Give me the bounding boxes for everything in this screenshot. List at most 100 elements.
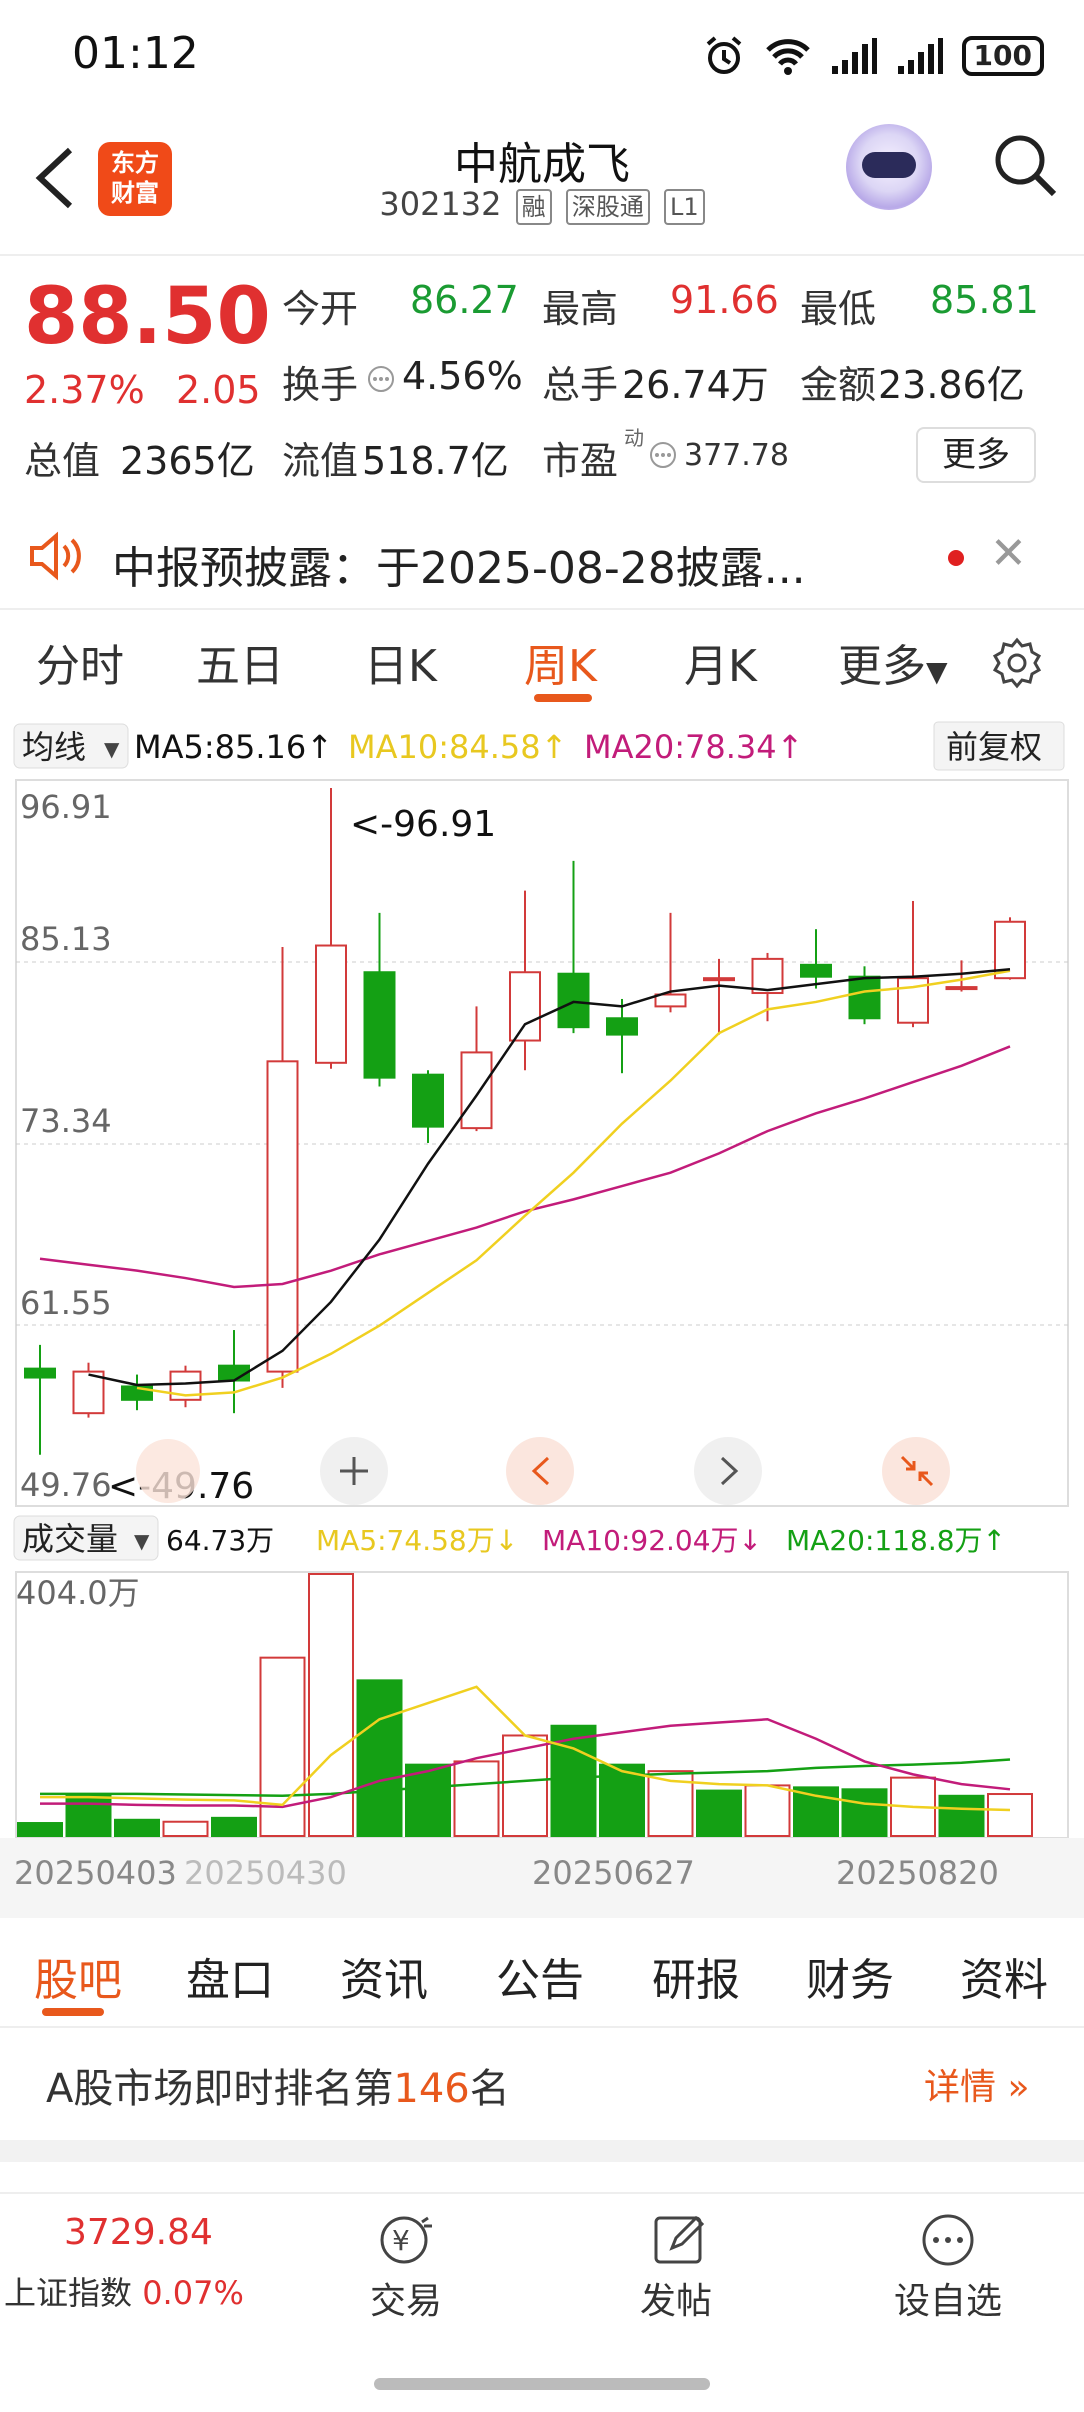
signal2-icon xyxy=(897,38,943,74)
zoom-out-button[interactable] xyxy=(136,1439,200,1503)
volume-bar-14 xyxy=(696,1789,742,1838)
fq-button[interactable]: 前复权 xyxy=(946,728,1042,766)
candle-body xyxy=(945,986,978,991)
tab-profile[interactable]: 资料 xyxy=(960,1944,1048,2008)
tab-more[interactable]: 更多▼ xyxy=(838,630,948,694)
candle-body xyxy=(363,971,396,1079)
candle-body xyxy=(800,963,832,978)
tab-intraday[interactable]: 分时 xyxy=(36,630,124,694)
gear-icon[interactable] xyxy=(990,636,1044,690)
rank-detail-link[interactable]: 详情 » xyxy=(924,2058,1029,2110)
market-rank: A股市场即时排名第146名 xyxy=(46,2056,510,2114)
x-tick-2: 20250627 xyxy=(532,1854,695,1892)
status-time: 01:12 xyxy=(72,28,199,79)
vol-ma5: MA5:74.58万↓ xyxy=(316,1524,518,1557)
signal-icon xyxy=(831,38,877,74)
tab-research[interactable]: 研报 xyxy=(652,1944,740,2008)
index-info[interactable]: 上证指数 0.07% xyxy=(4,2268,244,2314)
candle-body xyxy=(703,977,735,982)
wifi-icon xyxy=(765,39,810,75)
high-value: 91.66 xyxy=(670,278,779,322)
scroll-left-button[interactable] xyxy=(506,1437,574,1505)
volume-bar-19 xyxy=(938,1794,985,1838)
search-icon[interactable] xyxy=(990,130,1060,200)
float-label: 流值 xyxy=(282,439,359,483)
status-icons: 100 xyxy=(702,34,1044,78)
float-value: 518.7亿 xyxy=(362,439,509,483)
vol-ma10: MA10:92.04万↓ xyxy=(542,1524,762,1557)
post-edit-icon[interactable] xyxy=(648,2208,712,2272)
change-amount: 2.05 xyxy=(176,368,261,412)
tab-daily-k[interactable]: 日K xyxy=(364,630,437,694)
volume-bar-1 xyxy=(65,1793,112,1837)
more-quote-button[interactable]: 更多 xyxy=(916,427,1036,483)
candle-body xyxy=(606,1017,638,1036)
index-name: 上证指数 xyxy=(4,2274,133,2312)
home-indicator xyxy=(374,2378,710,2390)
rank-number: 146 xyxy=(393,2066,470,2112)
tab-announcements[interactable]: 公告 xyxy=(496,1944,584,2008)
info-circle-icon[interactable] xyxy=(366,364,396,394)
stock-code: 302132 xyxy=(379,185,502,223)
robot-face xyxy=(862,152,916,178)
low-label: 最低 xyxy=(800,287,877,331)
volume-bar-2 xyxy=(114,1818,160,1837)
tab-news[interactable]: 资讯 xyxy=(340,1944,428,2008)
x-tick-3: 20250820 xyxy=(836,1854,999,1892)
section-separator xyxy=(0,2140,1084,2162)
ma-selector[interactable]: 均线 xyxy=(22,728,86,766)
volume-bar-15 xyxy=(744,1784,791,1838)
trade-label[interactable]: 交易 xyxy=(370,2272,442,2324)
rank-suffix: 名 xyxy=(469,2066,510,2112)
change-percent: 2.37% xyxy=(24,368,145,412)
watchlist-label[interactable]: 设自选 xyxy=(894,2272,1002,2324)
ma20-legend: MA20:78.34↑ xyxy=(584,728,803,766)
double-chevron-icon: » xyxy=(996,2067,1030,2108)
caret-down-icon: ▼ xyxy=(926,655,948,688)
pe-superscript: 动 xyxy=(624,426,644,450)
tag-margin: 融 xyxy=(515,189,552,225)
tab-five-day[interactable]: 五日 xyxy=(196,630,284,694)
y-tick-4: 49.76 xyxy=(20,1466,112,1504)
status-bar: 01:12 100 xyxy=(0,0,1084,110)
kline-chart[interactable]: 均线 ▼ MA5:85.16↑ MA10:84.58↑ MA20:78.34↑ … xyxy=(0,718,1084,1918)
tab-weekly-k[interactable]: 周K xyxy=(524,630,597,694)
tab-monthly-k[interactable]: 月K xyxy=(684,630,757,694)
candle-body xyxy=(412,1073,444,1128)
last-price: 88.50 xyxy=(24,272,271,362)
volume-value: 26.74万 xyxy=(622,363,769,407)
amount-label: 金额 xyxy=(800,363,877,407)
info-circle-icon[interactable] xyxy=(648,440,678,470)
tab-forum[interactable]: 股吧 xyxy=(34,1944,122,2008)
volume-bar-17 xyxy=(841,1788,888,1837)
battery-icon: 100 xyxy=(961,36,1044,76)
y-tick-1: 85.13 xyxy=(20,920,112,958)
candle-body xyxy=(315,944,347,1064)
post-label[interactable]: 发帖 xyxy=(640,2272,712,2324)
high-label: 最高 xyxy=(542,287,619,331)
ma5-legend: MA5:85.16↑ xyxy=(134,728,333,766)
notice-text[interactable]: 中报预披露：于2025-08-28披露... xyxy=(112,532,806,596)
unread-dot xyxy=(948,550,964,566)
candle-body xyxy=(557,972,590,1029)
index-value[interactable]: 3729.84 xyxy=(64,2212,213,2253)
candle-body xyxy=(266,1060,299,1373)
open-label: 今开 xyxy=(282,287,359,331)
tab-financials[interactable]: 财务 xyxy=(806,1944,894,2008)
tab-more-label: 更多 xyxy=(838,641,926,692)
more-dots-icon[interactable] xyxy=(916,2208,980,2272)
tab-orderbook[interactable]: 盘口 xyxy=(186,1944,274,2008)
volume-bar-5 xyxy=(259,1656,306,1838)
mktcap-value: 2365亿 xyxy=(120,439,255,483)
active-tab-underline xyxy=(534,694,592,702)
collapse-button[interactable] xyxy=(882,1437,950,1505)
close-icon[interactable]: ✕ xyxy=(990,528,1027,579)
volume-label: 总手 xyxy=(542,363,619,407)
candle-body xyxy=(460,1051,493,1130)
trade-icon[interactable]: ¥ xyxy=(372,2208,436,2272)
scroll-right-button[interactable] xyxy=(694,1437,762,1505)
candle-body xyxy=(848,975,881,1020)
bottom-tab-divider xyxy=(0,2026,1084,2028)
vol-selector[interactable]: 成交量 xyxy=(22,1520,118,1558)
speaker-icon xyxy=(30,531,81,581)
